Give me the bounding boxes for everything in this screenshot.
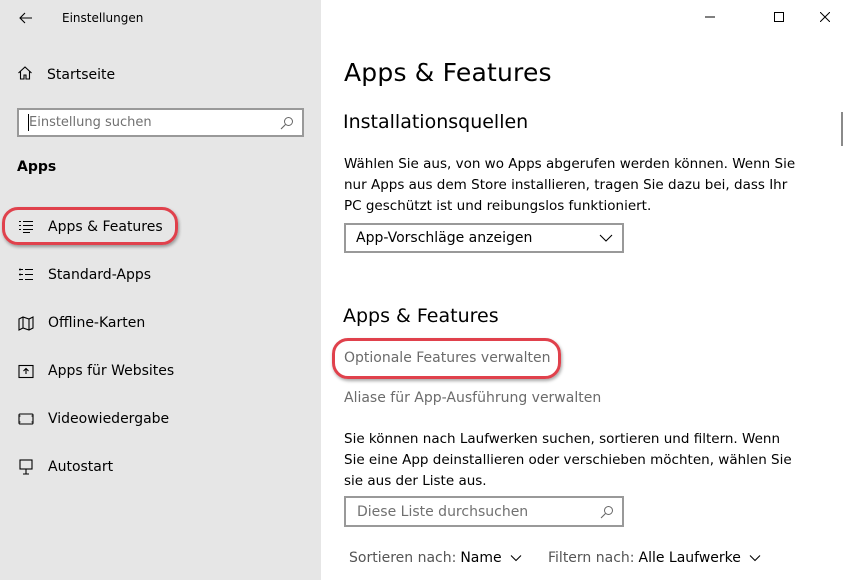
link-optional-features[interactable]: Optionale Features verwalten <box>344 350 550 366</box>
section-title-apps: Apps <box>17 159 57 175</box>
apps-websites-icon <box>17 362 35 380</box>
sidebar-item-label: Autostart <box>48 459 114 475</box>
search-icon[interactable] <box>280 115 294 134</box>
sidebar-item-offline-maps[interactable]: Offline-Karten <box>17 311 145 335</box>
maximize-icon <box>774 12 784 22</box>
default-apps-icon <box>17 266 35 284</box>
sort-label: Sortieren nach: <box>349 550 457 566</box>
chevron-down-icon <box>599 234 613 242</box>
settings-search[interactable] <box>17 108 304 137</box>
sidebar-item-apps-features[interactable]: Apps & Features <box>17 215 163 239</box>
sort-value: Name <box>460 550 502 566</box>
apps-features-description: Sie können nach Laufwerken suchen, sorti… <box>344 431 792 489</box>
heading-install-sources: Installationsquellen <box>343 111 529 133</box>
sidebar: Einstellungen Startseite Apps Apps & Fea… <box>0 0 321 580</box>
filter-label: Filtern nach: <box>548 550 635 566</box>
close-icon <box>820 12 830 22</box>
heading-apps-features: Apps & Features <box>343 305 499 327</box>
sidebar-item-autostart[interactable]: Autostart <box>17 455 113 479</box>
minimize-button[interactable] <box>687 0 733 34</box>
filter-by-control[interactable]: Filtern nach: Alle Laufwerke <box>548 550 761 566</box>
sidebar-item-label: Offline-Karten <box>48 315 146 331</box>
home-icon <box>17 65 33 85</box>
minimize-icon <box>705 16 715 18</box>
sidebar-item-apps-websites[interactable]: Apps für Websites <box>17 359 174 383</box>
map-icon <box>17 314 35 332</box>
app-source-dropdown[interactable]: App-Vorschläge anzeigen <box>344 223 624 253</box>
link-app-execution-aliases[interactable]: Aliase für App-Ausführung verwalten <box>344 390 601 406</box>
sidebar-item-label: Standard-Apps <box>48 267 152 283</box>
page-title: Apps & Features <box>344 58 552 87</box>
video-icon <box>17 410 35 428</box>
sidebar-item-standard-apps[interactable]: Standard-Apps <box>17 263 151 287</box>
scrollbar-thumb[interactable] <box>841 112 843 146</box>
sidebar-item-label: Apps für Websites <box>48 363 175 379</box>
settings-search-input[interactable] <box>19 110 269 135</box>
nav-home[interactable]: Startseite <box>17 64 115 86</box>
dropdown-value: App-Vorschläge anzeigen <box>356 230 533 246</box>
install-sources-description: Wählen Sie aus, von wo Apps abgerufen we… <box>344 156 796 214</box>
sidebar-item-label: Apps & Features <box>48 219 163 235</box>
sort-by-control[interactable]: Sortieren nach: Name <box>349 550 522 566</box>
maximize-button[interactable] <box>756 0 802 34</box>
filter-value: Alle Laufwerke <box>638 550 741 566</box>
back-button[interactable] <box>14 6 38 30</box>
chevron-down-icon <box>749 555 761 562</box>
nav-home-label: Startseite <box>47 67 116 83</box>
apps-features-icon <box>17 218 35 236</box>
app-list-search-input[interactable] <box>346 498 586 525</box>
app-title: Einstellungen <box>62 11 144 25</box>
sidebar-item-label: Videowiedergabe <box>48 411 170 427</box>
chevron-down-icon <box>510 555 522 562</box>
back-arrow-icon <box>19 12 32 24</box>
startup-icon <box>17 458 35 476</box>
main-content: Apps & Features Installationsquellen Wäh… <box>321 0 848 580</box>
app-list-search[interactable] <box>344 496 624 527</box>
close-button[interactable] <box>802 0 848 34</box>
search-icon[interactable] <box>600 504 614 523</box>
sidebar-item-video-playback[interactable]: Videowiedergabe <box>17 407 169 431</box>
